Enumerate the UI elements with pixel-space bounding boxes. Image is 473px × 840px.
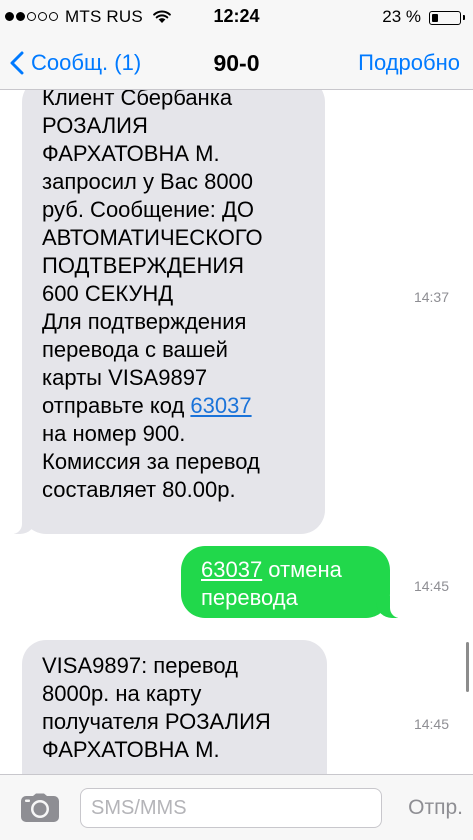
sms-input[interactable] <box>80 788 382 828</box>
message-text-line: АВТОМАТИЧЕСКОГО <box>42 225 263 250</box>
message-text-line: Клиент Сбербанка <box>42 90 233 110</box>
confirmation-code-link[interactable]: 63037 <box>190 393 251 418</box>
back-button-label: Сообщ. (1) <box>31 50 142 75</box>
scrollbar[interactable] <box>466 642 469 692</box>
message-text-line: ПОДТВЕРЖДЕНИЯ <box>42 253 245 278</box>
message-text-fragment: отправьте код <box>42 393 191 418</box>
camera-button[interactable] <box>20 793 60 828</box>
message-text-line: VISA9897: перевод <box>42 653 238 678</box>
message-timestamp: 14:45 <box>413 716 449 732</box>
message-text-line: 8000р. на карту <box>42 681 202 706</box>
message-text-line: ФАРХАТОВНА М. <box>42 141 220 166</box>
back-chevron-icon <box>10 51 24 75</box>
status-bar: MTS RUS 12:24 23 % <box>0 0 473 36</box>
message-text-line: составляет 80.00р. <box>42 477 236 502</box>
message-text-line: получателя РОЗАЛИЯ <box>42 709 271 734</box>
message-text-line: карты VISA9897 <box>42 365 208 390</box>
message-text-line: перевода с вашей <box>42 337 228 362</box>
message-input-bar: Отпр. <box>0 774 473 840</box>
message-text-line: руб. Сообщение: ДО <box>42 197 255 222</box>
message-text-fragment: отмена <box>262 557 342 582</box>
message-text-line: запросил у Вас 8000 <box>42 169 254 194</box>
battery-percentage: 23 % <box>382 7 421 26</box>
message-timestamp: 14:45 <box>413 578 449 594</box>
message-list[interactable]: Клиент Сбербанка РОЗАЛИЯ ФАРХАТОВНА М. з… <box>0 90 473 774</box>
message-text-line: 63037 отмена <box>201 556 390 584</box>
message-text-line: РОЗАЛИЯ <box>42 113 148 138</box>
details-button[interactable]: Подробно <box>358 36 460 90</box>
battery-level-fill <box>431 13 438 22</box>
message-text-line: перевода <box>201 585 298 610</box>
incoming-message-bubble[interactable]: Клиент Сбербанка РОЗАЛИЯ ФАРХАТОВНА М. з… <box>10 90 325 534</box>
message-text-line: на номер 900. <box>42 421 186 446</box>
camera-icon <box>21 793 59 822</box>
sent-code-link[interactable]: 63037 <box>201 557 262 582</box>
message-text-line: ФАРХАТОВНА М. <box>42 737 220 762</box>
back-button[interactable]: Сообщ. (1) <box>10 36 141 90</box>
message-text-line: отправьте код 63037 <box>42 392 325 420</box>
message-text-line: Для подтверждения <box>42 309 247 334</box>
message-text-line: Комиссия за перевод <box>42 449 260 474</box>
incoming-message-bubble[interactable]: VISA9897: перевод 8000р. на карту получа… <box>22 640 327 774</box>
message-text-line: 600 СЕКУНД <box>42 281 174 306</box>
outgoing-message-bubble[interactable]: 63037 отмена перевода <box>181 546 402 618</box>
send-button[interactable]: Отпр. <box>408 796 463 820</box>
message-timestamp: 14:37 <box>413 289 449 305</box>
navigation-bar: Сообщ. (1) 90-0 Подробно <box>0 36 473 90</box>
battery-icon <box>429 11 465 25</box>
